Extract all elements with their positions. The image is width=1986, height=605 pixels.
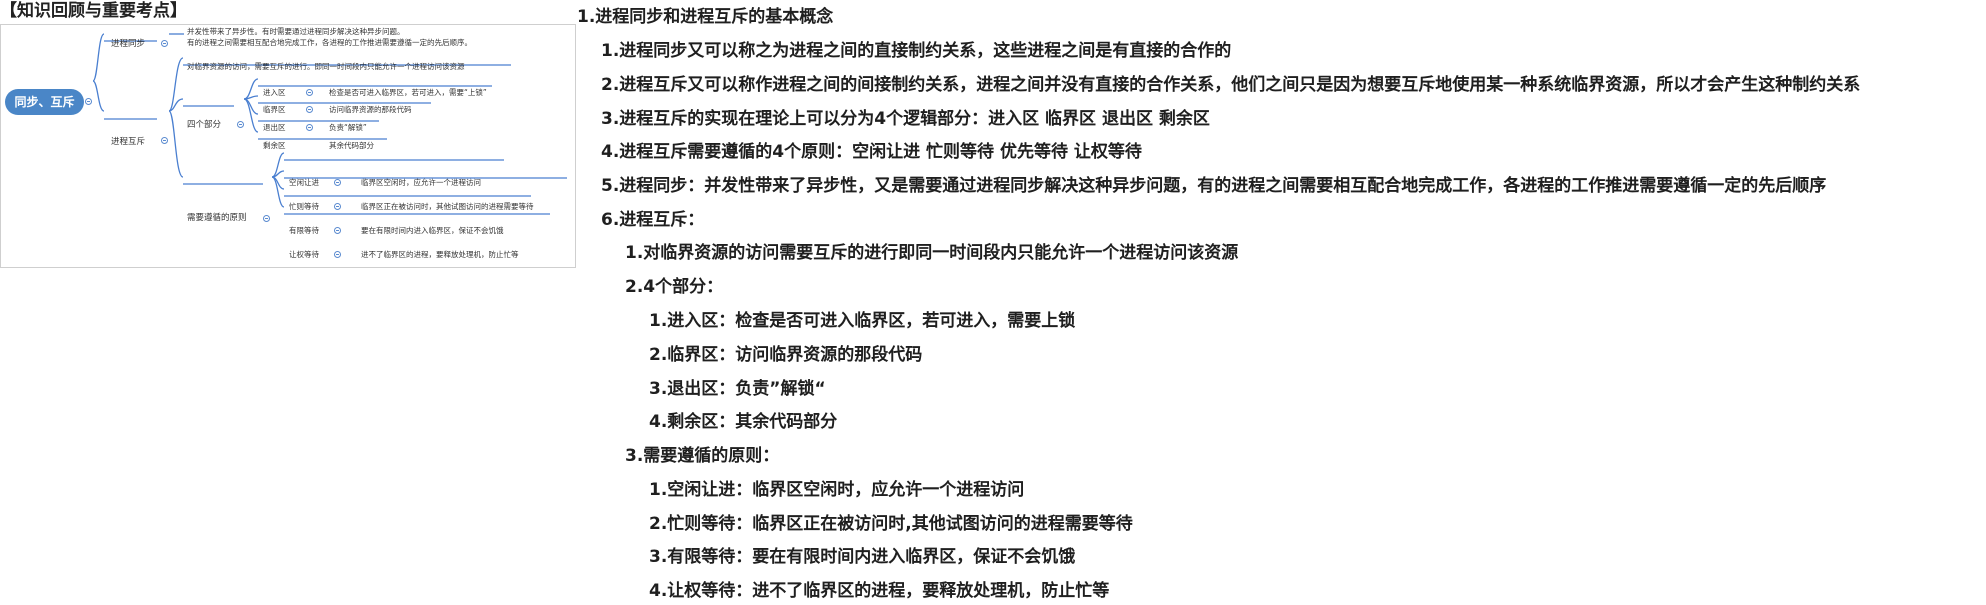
collapse-toggle-icon xyxy=(306,106,313,113)
collapse-toggle-icon xyxy=(161,137,168,144)
node-sync: 进程同步 xyxy=(111,39,146,49)
sync-desc-line1: 并发性带来了异步性。有时需要通过进程同步解决这种异步问题。 xyxy=(187,27,405,36)
outline-subsubitem: 2.忙则等待：临界区正在被访问时,其他试图访问的进程需要等待 xyxy=(649,514,1133,534)
collapse-toggle-icon xyxy=(306,124,313,131)
collapse-toggle-icon xyxy=(85,98,92,105)
collapse-toggle-icon xyxy=(263,215,270,222)
principle-idle: 空闲让进 xyxy=(289,178,319,187)
principle-yield-desc: 进不了临界区的进程，要释放处理机，防止忙等 xyxy=(361,250,519,259)
collapse-toggle-icon xyxy=(334,227,341,234)
principle-idle-desc: 临界区空闲时，应允许一个进程访问 xyxy=(361,178,481,187)
outline-subsubitem: 4.剩余区：其余代码部分 xyxy=(649,412,838,432)
principle-bounded: 有限等待 xyxy=(289,226,319,235)
outline-item: 4.进程互斥需要遵循的4个原则：空闲让进 忙则等待 优先等待 让权等待 xyxy=(601,142,1142,162)
collapse-toggle-icon xyxy=(161,40,168,47)
principle-bounded-desc: 要在有限时间内进入临界区，保证不会饥饿 xyxy=(361,226,504,235)
part-enter: 进入区 xyxy=(263,88,286,97)
principle-yield: 让权等待 xyxy=(289,250,319,259)
outline-subsubitem: 3.退出区：负责”解锁“ xyxy=(649,379,826,399)
part-enter-desc: 检查是否可进入临界区，若可进入，需要“上锁” xyxy=(329,88,487,97)
collapse-toggle-icon xyxy=(334,251,341,258)
outline-subsubitem: 3.有限等待：要在有限时间内进入临界区，保证不会饥饿 xyxy=(649,547,1076,567)
mutex-desc: 对临界资源的访问，需要互斥的进行。即同一时间段内只能允许一个进程访问该资源 xyxy=(187,62,465,71)
outline-subsubitem: 2.临界区：访问临界资源的那段代码 xyxy=(649,345,923,365)
outline-subitem: 2.4个部分： xyxy=(625,277,724,297)
sync-desc-line2: 有的进程之间需要相互配合地完成工作，各进程的工作推进需要遵循一定的先后顺序。 xyxy=(187,38,472,47)
part-critical: 临界区 xyxy=(263,105,286,114)
outline-item: 2.进程互斥又可以称作进程之间的间接制约关系，进程之间并没有直接的合作关系，他们… xyxy=(601,75,1861,95)
outline-subitem: 3.需要遵循的原则： xyxy=(625,446,780,466)
collapse-toggle-icon xyxy=(334,203,341,210)
principle-busy-desc: 临界区正在被访问时，其他试图访问的进程需要等待 xyxy=(361,202,534,211)
part-exit-desc: 负责“解锁” xyxy=(329,123,367,132)
node-principles: 需要遵循的原则 xyxy=(187,213,247,223)
outline-heading: 1.进程同步和进程互斥的基本概念 xyxy=(577,7,834,27)
collapse-toggle-icon xyxy=(237,121,244,128)
part-remainder: 剩余区 xyxy=(263,141,286,150)
outline-subsubitem: 1.进入区：检查是否可进入临界区，若可进入，需要上锁 xyxy=(649,311,1076,331)
mind-map-root: 同步、互斥 xyxy=(5,89,84,115)
part-exit: 退出区 xyxy=(263,123,286,132)
node-mutex: 进程互斥 xyxy=(111,137,146,147)
outline-item: 6.进程互斥： xyxy=(601,210,705,230)
outline-subsubitem: 1.空闲让进：临界区空闲时，应允许一个进程访问 xyxy=(649,480,1025,500)
outline-item: 5.进程同步：并发性带来了异步性，又是需要通过进程同步解决这种异步问题，有的进程… xyxy=(601,176,1827,196)
part-remainder-desc: 其余代码部分 xyxy=(329,141,374,150)
part-critical-desc: 访问临界资源的那段代码 xyxy=(329,105,412,114)
outline-subsubitem: 4.让权等待：进不了临界区的进程，要释放处理机，防止忙等 xyxy=(649,581,1110,601)
outline-subitem: 1.对临界资源的访问需要互斥的进行即同一时间段内只能允许一个进程访问该资源 xyxy=(625,243,1239,263)
principle-busy: 忙则等待 xyxy=(289,202,319,211)
outline-item: 3.进程互斥的实现在理论上可以分为4个逻辑部分：进入区 临界区 退出区 剩余区 xyxy=(601,109,1210,129)
mind-map-image: 同步、互斥 进程同步 并发性带来了异步性。有时需要通过进程同步解决这种异步问题。… xyxy=(0,24,576,268)
collapse-toggle-icon xyxy=(334,179,341,186)
collapse-toggle-icon xyxy=(306,89,313,96)
node-four-parts: 四个部分 xyxy=(187,120,222,130)
outline-item: 1.进程同步又可以称之为进程之间的直接制约关系，这些进程之间是有直接的合作的 xyxy=(601,41,1232,61)
section-header: 【知识回顾与重要考点】 xyxy=(0,1,187,21)
